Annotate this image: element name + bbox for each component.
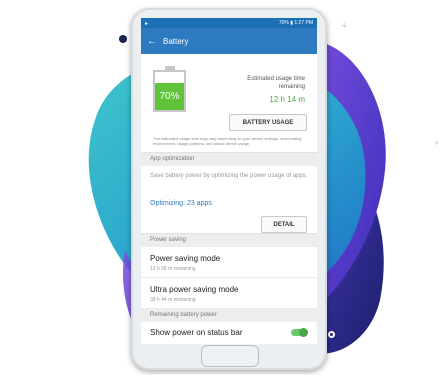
usage-disclaimer: The estimated usage time may vary depend… <box>153 136 302 146</box>
status-bar-right-text: 70% ▮ 1:27 PM <box>278 20 313 26</box>
play-notification-icon: ▸ <box>145 20 149 27</box>
list-item-title: Power saving mode <box>150 254 221 263</box>
decor-dot-navy <box>119 35 127 43</box>
estimated-usage-value: 12 h 14 m <box>269 95 305 104</box>
show-power-toggle[interactable] <box>291 328 308 337</box>
app-bar: ← Battery <box>141 28 317 54</box>
phone-screen: ▸ 70% ▮ 1:27 PM ← Battery 70% Estimated … <box>141 18 317 345</box>
battery-percent-label: 70% <box>159 91 180 103</box>
remaining-power-header: Remaining battery power <box>141 309 317 322</box>
app-optimization-card: Save battery power by optimizing the pow… <box>141 166 317 234</box>
battery-fill: 70% <box>155 83 184 110</box>
list-item-power-saving-mode[interactable]: Power saving mode 12 h 58 m remaining <box>141 247 317 278</box>
decor-ring <box>328 331 335 338</box>
optimizing-apps-link[interactable]: Optimizing: 23 apps <box>150 200 212 207</box>
list-item-ultra-power-saving-mode[interactable]: Ultra power saving mode 38 h 44 m remain… <box>141 278 317 309</box>
app-optimization-header: App optimization <box>141 153 317 166</box>
phone-frame: ▸ 70% ▮ 1:27 PM ← Battery 70% Estimated … <box>131 8 327 370</box>
decor-plus-small-icon: + <box>434 138 440 148</box>
battery-usage-button[interactable]: BATTERY USAGE <box>229 114 307 131</box>
list-item-subtitle: 12 h 58 m remaining <box>150 266 196 272</box>
detail-button[interactable]: DETAIL <box>261 216 307 233</box>
app-optimization-description: Save battery power by optimizing the pow… <box>150 173 308 179</box>
show-power-label: Show power on status bar <box>150 328 243 337</box>
battery-nub <box>165 66 175 70</box>
battery-status-card: 70% Estimated usage time remaining 12 h … <box>141 54 317 153</box>
home-button[interactable] <box>201 345 259 367</box>
show-power-toggle-row: Show power on status bar <box>141 322 317 344</box>
power-saving-header: Power saving <box>141 234 317 247</box>
page-title: Battery <box>163 36 189 46</box>
decor-plus-icon: + <box>341 20 348 32</box>
list-item-title: Ultra power saving mode <box>150 285 239 294</box>
back-arrow-icon[interactable]: ← <box>147 36 157 47</box>
estimated-usage-label: Estimated usage time remaining <box>247 76 305 90</box>
status-bar: ▸ 70% ▮ 1:27 PM <box>141 18 317 28</box>
promo-stage: + + ▸ 70% ▮ 1:27 PM ← Battery 70% Estima… <box>0 0 443 375</box>
list-item-subtitle: 38 h 44 m remaining <box>150 297 196 303</box>
toggle-knob <box>299 328 308 337</box>
battery-level-icon: 70% <box>153 66 186 112</box>
